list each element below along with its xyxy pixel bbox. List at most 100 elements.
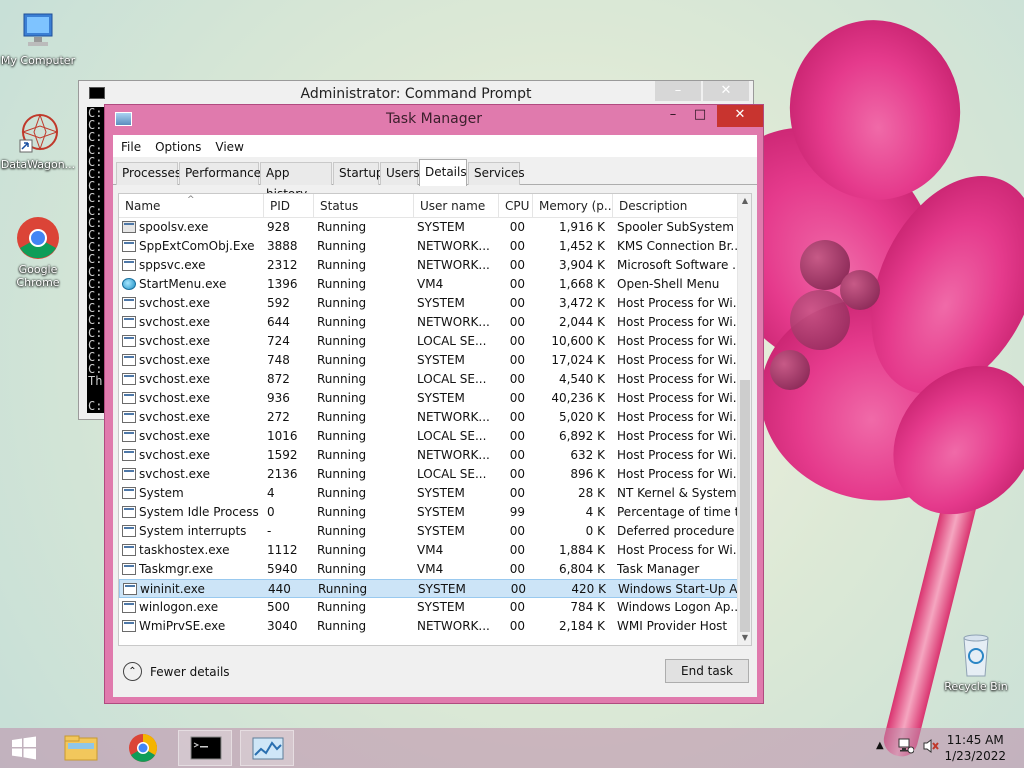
process-pid: 3888 [267, 239, 298, 253]
process-description: Host Process for Wi... [617, 391, 737, 405]
taskbar-file-explorer[interactable] [54, 730, 108, 766]
close-button[interactable]: ✕ [717, 105, 763, 127]
process-memory: 420 K [571, 582, 606, 596]
process-name: Taskmgr.exe [139, 562, 214, 576]
tab-startup[interactable]: Startup [333, 162, 384, 185]
process-description: Host Process for Wi... [617, 315, 737, 329]
process-name: SppExtComObj.Exe [139, 239, 255, 253]
menu-file[interactable]: File [121, 140, 141, 154]
tab-details[interactable]: Details [419, 159, 467, 186]
process-cpu: 00 [509, 315, 525, 329]
menu-options[interactable]: Options [155, 140, 201, 154]
process-window-icon [122, 411, 136, 423]
process-status: Running [317, 619, 367, 633]
table-row[interactable]: SppExtComObj.Exe 3888 Running NETWORK... 00 1… [119, 237, 739, 256]
table-row[interactable]: Taskmgr.exe 5940 Running VM4 00 6,804 K Task M… [119, 560, 739, 579]
printer-icon [122, 221, 136, 233]
table-row[interactable]: StartMenu.exe 1396 Running VM4 00 1,668 K Open… [119, 275, 739, 294]
desktop-icon-my-computer[interactable]: My Computer [0, 10, 76, 67]
table-row[interactable]: WmiPrvSE.exe 3040 Running NETWORK... 00 2,184… [119, 617, 739, 636]
minimize-button[interactable]: – [658, 105, 688, 127]
process-window-icon [122, 468, 136, 480]
table-row[interactable]: spoolsv.exe 928 Running SYSTEM 00 1,916 K Spoo… [119, 218, 739, 237]
table-row[interactable]: svchost.exe 592 Running SYSTEM 00 3,472 K Host… [119, 294, 739, 313]
process-memory: 17,024 K [551, 353, 605, 367]
column-header-cpu[interactable]: CPU [499, 194, 533, 218]
column-header-memory[interactable]: Memory (p... [533, 194, 613, 218]
table-row[interactable]: taskhostex.exe 1112 Running VM4 00 1,884 K Hos… [119, 541, 739, 560]
start-button[interactable] [0, 730, 48, 766]
system-clock[interactable]: 11:45 AM 1/23/2022 [944, 732, 1006, 764]
network-icon[interactable] [898, 736, 915, 757]
taskbar-command-prompt[interactable] [178, 730, 232, 766]
process-window-icon [122, 506, 136, 518]
process-pid: 5940 [267, 562, 298, 576]
tab-performance[interactable]: Performance [179, 162, 261, 185]
table-row[interactable]: System interrupts - Running SYSTEM 00 0 K Defe… [119, 522, 739, 541]
task-manager-titlebar[interactable]: Task Manager – □ ✕ [105, 105, 763, 135]
process-description: WMI Provider Host [617, 619, 728, 633]
table-row[interactable]: svchost.exe 644 Running NETWORK... 00 2,044 K… [119, 313, 739, 332]
end-task-button[interactable]: End task [665, 659, 749, 683]
process-status: Running [317, 277, 367, 291]
process-description: Host Process for Wi... [617, 467, 737, 481]
table-row[interactable]: svchost.exe 272 Running NETWORK... 00 5,020 K… [119, 408, 739, 427]
cmd-close-button[interactable]: ✕ [703, 81, 749, 101]
process-cpu: 00 [509, 562, 525, 576]
desktop-icon-datawagon[interactable]: DataWagon... [0, 110, 76, 171]
table-row[interactable]: svchost.exe 1016 Running LOCAL SE... 00 6,892… [119, 427, 739, 446]
scrollbar-thumb[interactable] [740, 380, 750, 632]
tab-app-history[interactable]: App history [260, 162, 332, 201]
table-row[interactable]: svchost.exe 724 Running LOCAL SE... 00 10,600… [119, 332, 739, 351]
scroll-up-arrow-icon[interactable]: ▲ [738, 194, 752, 208]
process-window-icon [122, 297, 136, 309]
process-description: Microsoft Software ... [617, 258, 737, 272]
table-row[interactable]: System Idle Process 0 Running SYSTEM 99 4 K Pe… [119, 503, 739, 522]
tab-users[interactable]: Users [380, 162, 420, 185]
table-row[interactable]: svchost.exe 872 Running LOCAL SE... 00 4,540 … [119, 370, 739, 389]
vertical-scrollbar[interactable]: ▲ ▼ [737, 194, 751, 645]
table-row[interactable]: wininit.exe 440 Running SYSTEM 00 420 K Window… [119, 579, 739, 598]
tab-services[interactable]: Services [468, 162, 525, 185]
volume-muted-icon[interactable] [922, 738, 940, 757]
show-hidden-icons-icon[interactable]: ▲ [876, 740, 884, 751]
taskbar-task-manager[interactable] [240, 730, 294, 766]
process-user: NETWORK... [417, 448, 490, 462]
fewer-details-label: Fewer details [150, 664, 230, 679]
table-row[interactable]: svchost.exe 2136 Running LOCAL SE... 00 896 K… [119, 465, 739, 484]
scroll-down-arrow-icon[interactable]: ▼ [738, 631, 752, 645]
task-manager-window[interactable]: Task Manager – □ ✕ File Options View Pro… [104, 104, 764, 704]
chrome-icon [129, 734, 157, 762]
column-header-pid[interactable]: PID [264, 194, 314, 218]
table-row[interactable]: winlogon.exe 500 Running SYSTEM 00 784 K Windo… [119, 598, 739, 617]
fewer-details-toggle[interactable]: ⌃ Fewer details [123, 662, 230, 681]
table-row[interactable]: svchost.exe 1592 Running NETWORK... 00 632 K H… [119, 446, 739, 465]
command-prompt-icon [190, 736, 222, 760]
column-header-description[interactable]: Description [613, 194, 739, 218]
process-user: NETWORK... [417, 410, 490, 424]
desktop-icon-recycle-bin[interactable]: Recycle Bin [936, 630, 1016, 693]
process-cpu: 00 [509, 239, 525, 253]
cmd-minimize-button[interactable]: – [655, 81, 701, 101]
process-cpu: 00 [509, 429, 525, 443]
maximize-button[interactable]: □ [685, 105, 715, 127]
process-cpu: 00 [509, 220, 525, 234]
process-name: svchost.exe [139, 467, 210, 481]
tab-processes[interactable]: Processes [116, 162, 181, 185]
process-name: spoolsv.exe [139, 220, 209, 234]
process-list[interactable]: ^ Name PID Status User name CPU Memory (… [118, 193, 752, 646]
taskbar-chrome[interactable] [116, 730, 170, 766]
table-row[interactable]: System 4 Running SYSTEM 00 28 K NT Kernel & Sy… [119, 484, 739, 503]
table-row[interactable]: svchost.exe 748 Running SYSTEM 00 17,024 K Hos… [119, 351, 739, 370]
process-window-icon [122, 620, 136, 632]
table-row[interactable]: svchost.exe 936 Running SYSTEM 00 40,236 K Hos… [119, 389, 739, 408]
process-name: System [139, 486, 184, 500]
table-row[interactable]: sppsvc.exe 2312 Running NETWORK... 00 3,904 K… [119, 256, 739, 275]
taskbar: ▲ 11:45 AM 1/23/2022 [0, 728, 1024, 768]
column-header-user-name[interactable]: User name [414, 194, 499, 218]
menu-view[interactable]: View [215, 140, 243, 154]
column-header-status[interactable]: Status [314, 194, 414, 218]
process-memory: 896 K [570, 467, 605, 481]
column-header-name[interactable]: ^ Name [119, 194, 264, 218]
desktop-icon-google-chrome[interactable]: Google Chrome [0, 215, 76, 289]
